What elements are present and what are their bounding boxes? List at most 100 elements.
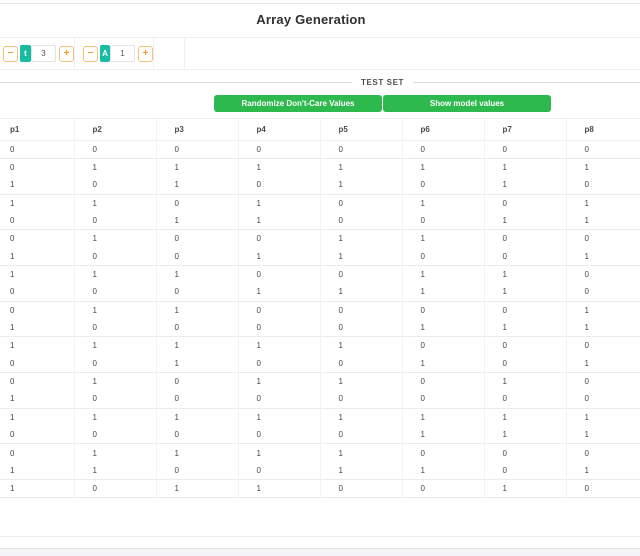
test-set-legend-row: TEST SET xyxy=(0,78,640,87)
table-row: 10110010 xyxy=(0,479,640,498)
table-row: 11111000 xyxy=(0,336,640,355)
test-set-legend: TEST SET xyxy=(360,78,405,87)
table-cell: 0 xyxy=(73,140,156,159)
table-cell: 1 xyxy=(401,408,484,426)
table-cell: 1 xyxy=(10,323,15,333)
t-value-input[interactable] xyxy=(31,45,56,62)
table-cell: 1 xyxy=(237,158,320,177)
table-cell: 1 xyxy=(155,211,238,230)
a-value-input[interactable] xyxy=(110,45,135,62)
table-cell: 1 xyxy=(319,336,402,355)
table-cell: 0 xyxy=(237,461,320,480)
table-cell: 0 xyxy=(401,443,484,462)
table-cell: 0 xyxy=(155,229,238,248)
table-row: 01001100 xyxy=(0,229,640,248)
table-cell: 1 xyxy=(237,479,320,498)
table-cell: 1 xyxy=(73,372,156,391)
column-header: p4 xyxy=(237,118,320,141)
decrement-a-button[interactable]: − xyxy=(83,45,98,62)
table-cell: 0 xyxy=(401,140,484,159)
table-cell: 0 xyxy=(565,443,640,462)
table-cell: 1 xyxy=(319,176,402,195)
table-cell: 0 xyxy=(10,234,15,244)
table-cell: 0 xyxy=(401,390,484,409)
table-cell: 1 xyxy=(401,354,484,373)
table-cell: 1 xyxy=(319,158,402,177)
table-cell: 1 xyxy=(483,211,566,230)
table-cell: 1 xyxy=(10,483,15,493)
table-cell: 0 xyxy=(483,229,566,248)
table-cell: 1 xyxy=(319,283,402,302)
increment-t-button[interactable]: + xyxy=(59,45,74,62)
show-model-values-button[interactable]: Show model values xyxy=(383,95,551,112)
table-row: 10101010 xyxy=(0,176,640,195)
table-cell: 1 xyxy=(73,408,156,426)
table-cell: 0 xyxy=(155,318,238,337)
column-header: p5 xyxy=(319,118,402,141)
table-cell: 0 xyxy=(73,426,156,444)
table-row: 01111000 xyxy=(0,443,640,462)
table-cell: 0 xyxy=(73,283,156,302)
table-cell: 0 xyxy=(483,140,566,159)
table-cell: 1 xyxy=(10,465,15,475)
table-cell: 0 xyxy=(565,229,640,248)
table-cell: 0 xyxy=(319,318,402,337)
table-cell: 1 xyxy=(565,461,640,480)
table-cell: 1 xyxy=(237,283,320,302)
table-cell: 0 xyxy=(155,426,238,444)
table-cell: 0 xyxy=(10,448,15,458)
table-cell: 1 xyxy=(237,211,320,230)
plus-icon: + xyxy=(63,47,70,59)
table-cell: 1 xyxy=(483,318,566,337)
table-row: 01111111 xyxy=(0,158,640,177)
table-cell: 0 xyxy=(237,426,320,444)
decrement-t-button[interactable]: − xyxy=(3,45,18,62)
column-header: p7 xyxy=(483,118,566,141)
table-row: 11001101 xyxy=(0,461,640,480)
increment-a-button[interactable]: + xyxy=(138,45,153,62)
column-header: p8 xyxy=(565,118,640,141)
spinner-group-a: − A + xyxy=(75,38,154,69)
table-cell: 1 xyxy=(73,336,156,355)
table-header: p1 p2 p3 p4 p5 p6 p7 p8 xyxy=(0,118,640,141)
table-cell: 1 xyxy=(319,461,402,480)
table-cell: 1 xyxy=(237,247,320,266)
table-cell: 0 xyxy=(155,461,238,480)
table-cell: 0 xyxy=(10,163,15,173)
table-cell: 0 xyxy=(237,140,320,159)
table-row: 01100001 xyxy=(0,301,640,319)
table-cell: 1 xyxy=(155,176,238,195)
table-cell: 1 xyxy=(73,158,156,177)
table-cell: 1 xyxy=(565,158,640,177)
table-row: 10011001 xyxy=(0,247,640,266)
table-cell: 0 xyxy=(401,211,484,230)
test-set-panel: TEST SET Randomize Don't-Care Values Sho… xyxy=(0,68,640,112)
table-cell: 1 xyxy=(483,265,566,284)
table-cell: 0 xyxy=(237,229,320,248)
column-header: p1 xyxy=(10,125,20,134)
table-cell: 0 xyxy=(319,140,402,159)
spinner-badge-a: A xyxy=(100,45,110,62)
table-cell: 0 xyxy=(237,265,320,284)
table-cell: 0 xyxy=(319,390,402,409)
table-cell: 1 xyxy=(401,229,484,248)
table-cell: 0 xyxy=(73,318,156,337)
table-row: 11100110 xyxy=(0,265,640,284)
randomize-dont-care-button[interactable]: Randomize Don't-Care Values xyxy=(214,95,382,112)
table-cell: 1 xyxy=(10,180,15,190)
table-cell: 1 xyxy=(73,194,156,212)
table-cell: 1 xyxy=(565,211,640,230)
table-cell: 0 xyxy=(155,283,238,302)
table-cell: 1 xyxy=(401,265,484,284)
table-cell: 1 xyxy=(155,336,238,355)
table-cell: 0 xyxy=(319,479,402,498)
table-cell: 1 xyxy=(73,229,156,248)
minus-icon: − xyxy=(7,47,14,59)
table-row: 10000111 xyxy=(0,318,640,337)
table-cell: 0 xyxy=(319,211,402,230)
table-cell: 0 xyxy=(483,194,566,212)
table-cell: 1 xyxy=(73,265,156,284)
table-body: 0000000001111111101010101101010100110011… xyxy=(0,140,640,498)
table-cell: 1 xyxy=(401,426,484,444)
table-cell: 0 xyxy=(155,390,238,409)
